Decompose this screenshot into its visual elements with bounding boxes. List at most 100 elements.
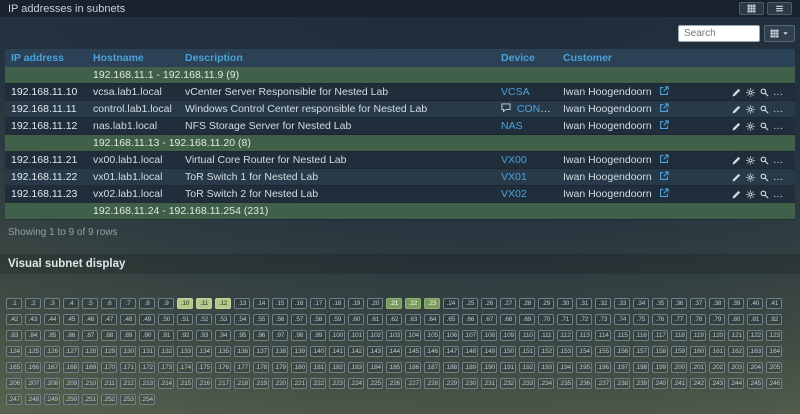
ip-box-121[interactable]: .121 xyxy=(728,330,744,341)
ip-box-15[interactable]: .15 xyxy=(272,298,288,309)
col-ip-address[interactable]: IP address xyxy=(5,49,87,67)
delete-button[interactable] xyxy=(787,156,795,165)
ip-box-127[interactable]: .127 xyxy=(63,346,79,357)
settings-button[interactable] xyxy=(745,156,756,165)
ip-box-132[interactable]: .132 xyxy=(158,346,174,357)
ip-box-88[interactable]: .88 xyxy=(101,330,117,341)
ip-box-210[interactable]: .210 xyxy=(82,378,98,389)
ip-box-241[interactable]: .241 xyxy=(671,378,687,389)
ip-box-125[interactable]: .125 xyxy=(25,346,41,357)
ip-box-93[interactable]: .93 xyxy=(196,330,212,341)
ip-box-60[interactable]: .60 xyxy=(348,314,364,325)
search-ip-button[interactable] xyxy=(759,173,770,182)
ip-box-16[interactable]: .16 xyxy=(291,298,307,309)
ip-box-137[interactable]: .137 xyxy=(253,346,269,357)
ip-box-63[interactable]: .63 xyxy=(405,314,421,325)
search-ip-button[interactable] xyxy=(759,190,770,199)
ip-box-23[interactable]: .23 xyxy=(424,298,440,309)
ip-box-214[interactable]: .214 xyxy=(158,378,174,389)
ip-box-70[interactable]: .70 xyxy=(538,314,554,325)
ip-box-220[interactable]: .220 xyxy=(272,378,288,389)
ip-box-225[interactable]: .225 xyxy=(367,378,383,389)
ip-box-91[interactable]: .91 xyxy=(158,330,174,341)
ip-box-145[interactable]: .145 xyxy=(405,346,421,357)
ip-box-165[interactable]: .165 xyxy=(6,362,22,373)
ip-box-6[interactable]: .6 xyxy=(101,298,117,309)
ip-box-202[interactable]: .202 xyxy=(709,362,725,373)
ip-box-224[interactable]: .224 xyxy=(348,378,364,389)
ip-box-222[interactable]: .222 xyxy=(310,378,326,389)
ip-box-173[interactable]: .173 xyxy=(158,362,174,373)
ip-box-232[interactable]: .232 xyxy=(500,378,516,389)
external-link-icon[interactable] xyxy=(659,120,669,130)
ip-box-55[interactable]: .55 xyxy=(253,314,269,325)
ip-box-212[interactable]: .212 xyxy=(120,378,136,389)
ip-box-61[interactable]: .61 xyxy=(367,314,383,325)
ip-box-123[interactable]: .123 xyxy=(766,330,782,341)
ip-box-245[interactable]: .245 xyxy=(747,378,763,389)
ip-box-246[interactable]: .246 xyxy=(766,378,782,389)
ip-box-206[interactable]: .206 xyxy=(6,378,22,389)
ip-box-170[interactable]: .170 xyxy=(101,362,117,373)
ip-box-52[interactable]: .52 xyxy=(196,314,212,325)
ip-box-67[interactable]: .67 xyxy=(481,314,497,325)
ip-box-238[interactable]: .238 xyxy=(614,378,630,389)
edit-button[interactable] xyxy=(731,190,742,199)
ip-box-136[interactable]: .136 xyxy=(234,346,250,357)
ip-box-118[interactable]: .118 xyxy=(671,330,687,341)
ip-box-204[interactable]: .204 xyxy=(747,362,763,373)
ip-box-166[interactable]: .166 xyxy=(25,362,41,373)
ip-box-142[interactable]: .142 xyxy=(348,346,364,357)
ip-box-185[interactable]: .185 xyxy=(386,362,402,373)
ip-box-24[interactable]: .24 xyxy=(443,298,459,309)
columns-button[interactable] xyxy=(764,25,795,42)
device-link[interactable]: CONTROL xyxy=(517,103,557,115)
ip-box-164[interactable]: .164 xyxy=(766,346,782,357)
ip-box-203[interactable]: .203 xyxy=(728,362,744,373)
ip-box-176[interactable]: .176 xyxy=(215,362,231,373)
ip-box-5[interactable]: .5 xyxy=(82,298,98,309)
ip-box-31[interactable]: .31 xyxy=(576,298,592,309)
ip-box-152[interactable]: .152 xyxy=(538,346,554,357)
ip-box-229[interactable]: .229 xyxy=(443,378,459,389)
ip-box-72[interactable]: .72 xyxy=(576,314,592,325)
ip-box-33[interactable]: .33 xyxy=(614,298,630,309)
ip-box-205[interactable]: .205 xyxy=(766,362,782,373)
ip-box-47[interactable]: .47 xyxy=(101,314,117,325)
ip-box-183[interactable]: .183 xyxy=(348,362,364,373)
delete-button[interactable] xyxy=(787,88,795,97)
ip-box-84[interactable]: .84 xyxy=(25,330,41,341)
ip-box-139[interactable]: .139 xyxy=(291,346,307,357)
ip-box-42[interactable]: .42 xyxy=(6,314,22,325)
ip-box-141[interactable]: .141 xyxy=(329,346,345,357)
ip-box-253[interactable]: .253 xyxy=(120,394,136,405)
ip-box-180[interactable]: .180 xyxy=(291,362,307,373)
settings-button[interactable] xyxy=(745,190,756,199)
delete-button[interactable] xyxy=(787,173,795,182)
ip-box-74[interactable]: .74 xyxy=(614,314,630,325)
ip-box-36[interactable]: .36 xyxy=(671,298,687,309)
ip-box-86[interactable]: .86 xyxy=(63,330,79,341)
ip-box-62[interactable]: .62 xyxy=(386,314,402,325)
toggle-view-button[interactable] xyxy=(739,2,764,15)
ip-box-54[interactable]: .54 xyxy=(234,314,250,325)
ip-box-149[interactable]: .149 xyxy=(481,346,497,357)
ip-box-150[interactable]: .150 xyxy=(500,346,516,357)
ip-box-3[interactable]: .3 xyxy=(44,298,60,309)
ip-box-113[interactable]: .113 xyxy=(576,330,592,341)
ip-box-160[interactable]: .160 xyxy=(690,346,706,357)
ip-box-43[interactable]: .43 xyxy=(25,314,41,325)
ip-box-199[interactable]: .199 xyxy=(652,362,668,373)
ip-box-254[interactable]: .254 xyxy=(139,394,155,405)
ip-box-135[interactable]: .135 xyxy=(215,346,231,357)
ip-box-29[interactable]: .29 xyxy=(538,298,554,309)
ip-box-110[interactable]: .110 xyxy=(519,330,535,341)
ip-box-109[interactable]: .109 xyxy=(500,330,516,341)
ip-box-115[interactable]: .115 xyxy=(614,330,630,341)
ip-box-226[interactable]: .226 xyxy=(386,378,402,389)
ip-box-25[interactable]: .25 xyxy=(462,298,478,309)
ip-box-236[interactable]: .236 xyxy=(576,378,592,389)
ip-box-240[interactable]: .240 xyxy=(652,378,668,389)
ip-box-119[interactable]: .119 xyxy=(690,330,706,341)
ip-box-208[interactable]: .208 xyxy=(44,378,60,389)
